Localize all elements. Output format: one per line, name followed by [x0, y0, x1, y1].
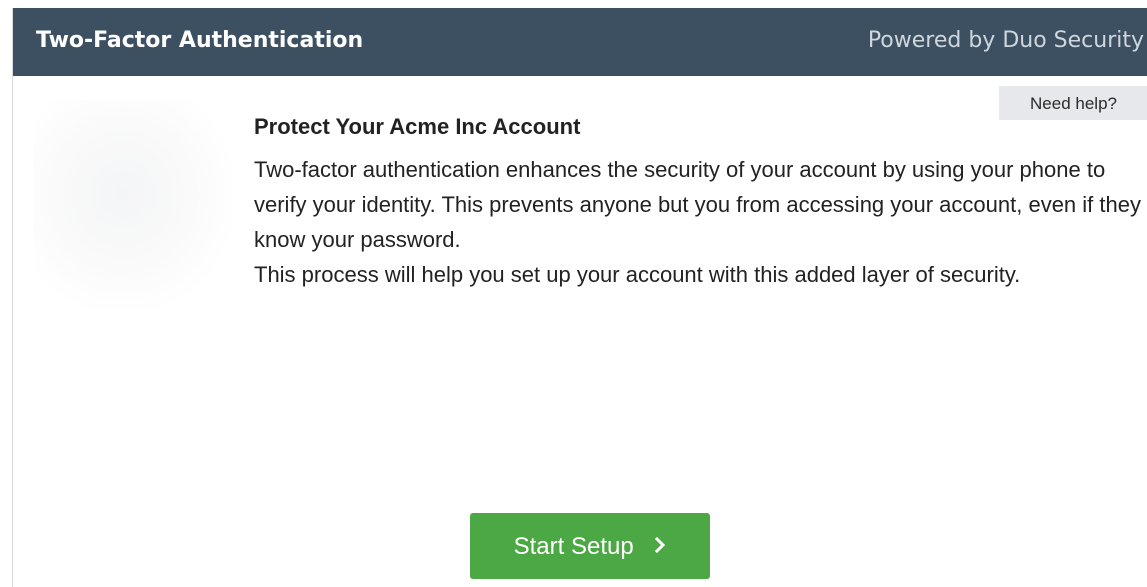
- main-content: Protect Your Acme Inc Account Two-factor…: [254, 112, 1144, 292]
- start-setup-label: Start Setup: [513, 533, 634, 560]
- page: Two-Factor Authentication Powered by Duo…: [0, 0, 1147, 587]
- header-title: Two-Factor Authentication: [36, 28, 364, 53]
- page-title: Protect Your Acme Inc Account: [254, 114, 581, 139]
- start-setup-button[interactable]: Start Setup: [470, 513, 710, 579]
- header-bar: Two-Factor Authentication Powered by Duo…: [13, 8, 1147, 76]
- powered-by-text: Powered by Duo Security: [867, 28, 1144, 53]
- setup-paragraph: This process will help you set up your a…: [254, 262, 1021, 287]
- chevron-right-icon: [654, 513, 666, 579]
- duo-frame: Two-Factor Authentication Powered by Duo…: [12, 8, 1147, 587]
- logo-placeholder: [33, 100, 233, 310]
- intro-paragraph: Two-factor authentication enhances the s…: [254, 157, 1141, 252]
